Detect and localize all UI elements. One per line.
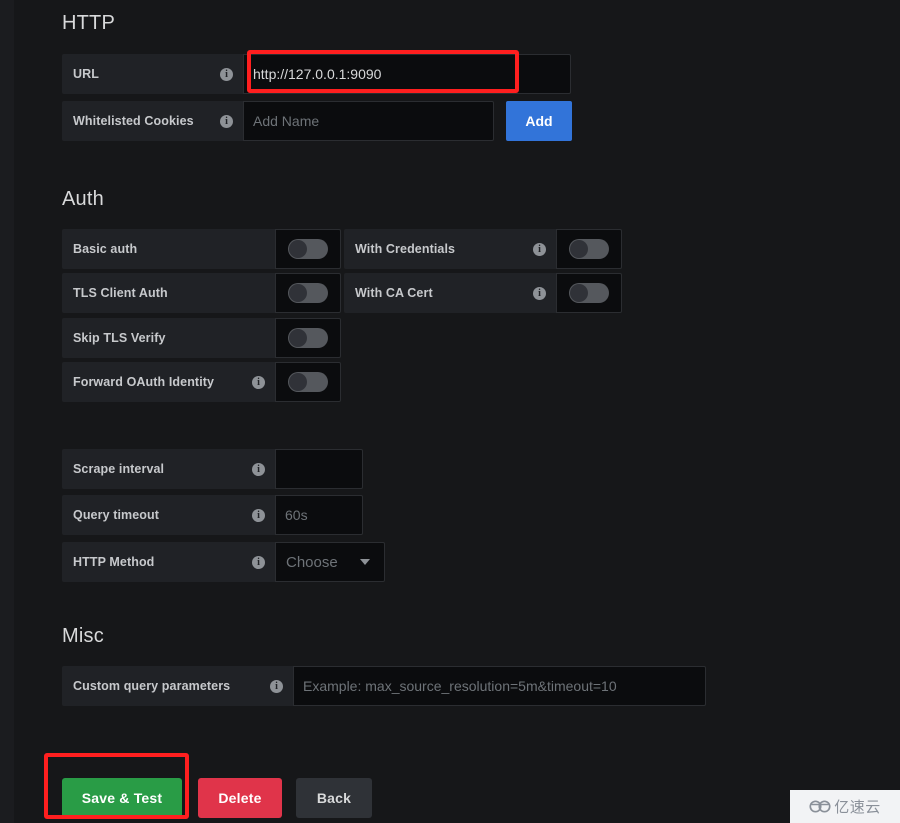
- field-row-custom-query-parameters: Custom query parameters i Example: max_s…: [62, 666, 706, 706]
- cookies-input[interactable]: Add Name: [243, 101, 494, 141]
- save-and-test-button[interactable]: Save & Test: [62, 778, 182, 818]
- skip-tls-verify-label-cell: Skip TLS Verify: [62, 318, 275, 358]
- forward-oauth-label-cell: Forward OAuth Identity i: [62, 362, 275, 402]
- basic-auth-label: Basic auth: [73, 242, 138, 256]
- with-ca-cert-label-cell: With CA Cert i: [344, 273, 556, 313]
- section-title-auth: Auth: [62, 188, 104, 210]
- skip-tls-verify-toggle[interactable]: [275, 318, 341, 358]
- field-row-scrape-interval: Scrape interval i: [62, 449, 363, 489]
- scrape-interval-label: Scrape interval: [73, 462, 165, 476]
- back-button[interactable]: Back: [296, 778, 372, 818]
- section-title-misc: Misc: [62, 625, 104, 647]
- tls-client-auth-label: TLS Client Auth: [73, 286, 168, 300]
- datasource-settings-page: HTTP URL i http://127.0.0.1:9090 Whiteli…: [0, 0, 900, 823]
- cookies-input-placeholder: Add Name: [253, 113, 320, 129]
- toggle-switch-icon: [288, 328, 328, 348]
- http-method-select[interactable]: Choose: [275, 542, 385, 582]
- custom-params-placeholder: Example: max_source_resolution=5m&timeou…: [303, 678, 617, 694]
- url-label-cell: URL i: [62, 54, 243, 94]
- with-credentials-label: With Credentials: [355, 242, 456, 256]
- cookies-label-cell: Whitelisted Cookies i: [62, 101, 243, 141]
- toggle-switch-icon: [569, 239, 609, 259]
- field-row-basic-auth: Basic auth: [62, 229, 341, 269]
- basic-auth-toggle[interactable]: [275, 229, 341, 269]
- info-icon[interactable]: i: [252, 375, 265, 389]
- with-ca-cert-toggle[interactable]: [556, 273, 622, 313]
- custom-params-label: Custom query parameters: [73, 679, 231, 693]
- add-cookie-button[interactable]: Add: [506, 101, 572, 141]
- info-icon[interactable]: i: [220, 114, 233, 128]
- with-credentials-label-cell: With Credentials i: [344, 229, 556, 269]
- toggle-switch-icon: [288, 283, 328, 303]
- query-timeout-placeholder: 60s: [285, 507, 308, 523]
- toggle-switch-icon: [569, 283, 609, 303]
- skip-tls-verify-label: Skip TLS Verify: [73, 331, 166, 345]
- field-row-http-method: HTTP Method i Choose: [62, 542, 385, 582]
- info-icon[interactable]: i: [252, 462, 265, 476]
- field-row-with-ca-cert: With CA Cert i: [344, 273, 622, 313]
- watermark-logo-icon: [809, 800, 831, 813]
- info-icon[interactable]: i: [220, 67, 233, 81]
- watermark-text: 亿速云: [834, 798, 881, 816]
- toggle-switch-icon: [288, 372, 328, 392]
- cookies-label: Whitelisted Cookies: [73, 114, 194, 128]
- field-row-url: URL i http://127.0.0.1:9090: [62, 54, 571, 94]
- query-timeout-input[interactable]: 60s: [275, 495, 363, 535]
- url-input[interactable]: http://127.0.0.1:9090: [243, 54, 571, 94]
- field-row-whitelisted-cookies: Whitelisted Cookies i Add Name: [62, 101, 494, 141]
- basic-auth-label-cell: Basic auth: [62, 229, 275, 269]
- info-icon[interactable]: i: [252, 508, 265, 522]
- field-row-skip-tls-verify: Skip TLS Verify: [62, 318, 341, 358]
- section-title-http: HTTP: [62, 12, 116, 34]
- with-credentials-toggle[interactable]: [556, 229, 622, 269]
- query-timeout-label: Query timeout: [73, 508, 160, 522]
- info-icon[interactable]: i: [533, 242, 546, 256]
- watermark: 亿速云: [790, 790, 900, 823]
- with-ca-cert-label: With CA Cert: [355, 286, 433, 300]
- info-icon[interactable]: i: [252, 555, 265, 569]
- url-input-value: http://127.0.0.1:9090: [253, 66, 382, 82]
- field-row-query-timeout: Query timeout i 60s: [62, 495, 363, 535]
- field-row-with-credentials: With Credentials i: [344, 229, 622, 269]
- info-icon[interactable]: i: [270, 679, 283, 693]
- tls-client-auth-toggle[interactable]: [275, 273, 341, 313]
- chevron-down-icon: [359, 559, 370, 565]
- forward-oauth-label: Forward OAuth Identity: [73, 375, 215, 389]
- field-row-tls-client-auth: TLS Client Auth: [62, 273, 341, 313]
- http-method-value: Choose: [286, 553, 338, 571]
- url-label: URL: [73, 67, 99, 81]
- toggle-switch-icon: [288, 239, 328, 259]
- delete-button[interactable]: Delete: [198, 778, 282, 818]
- custom-params-input[interactable]: Example: max_source_resolution=5m&timeou…: [293, 666, 706, 706]
- scrape-interval-label-cell: Scrape interval i: [62, 449, 275, 489]
- info-icon[interactable]: i: [533, 286, 546, 300]
- query-timeout-label-cell: Query timeout i: [62, 495, 275, 535]
- custom-params-label-cell: Custom query parameters i: [62, 666, 293, 706]
- forward-oauth-toggle[interactable]: [275, 362, 341, 402]
- scrape-interval-input[interactable]: [275, 449, 363, 489]
- field-row-forward-oauth-identity: Forward OAuth Identity i: [62, 362, 341, 402]
- tls-client-auth-label-cell: TLS Client Auth: [62, 273, 275, 313]
- http-method-label-cell: HTTP Method i: [62, 542, 275, 582]
- http-method-label: HTTP Method: [73, 555, 155, 569]
